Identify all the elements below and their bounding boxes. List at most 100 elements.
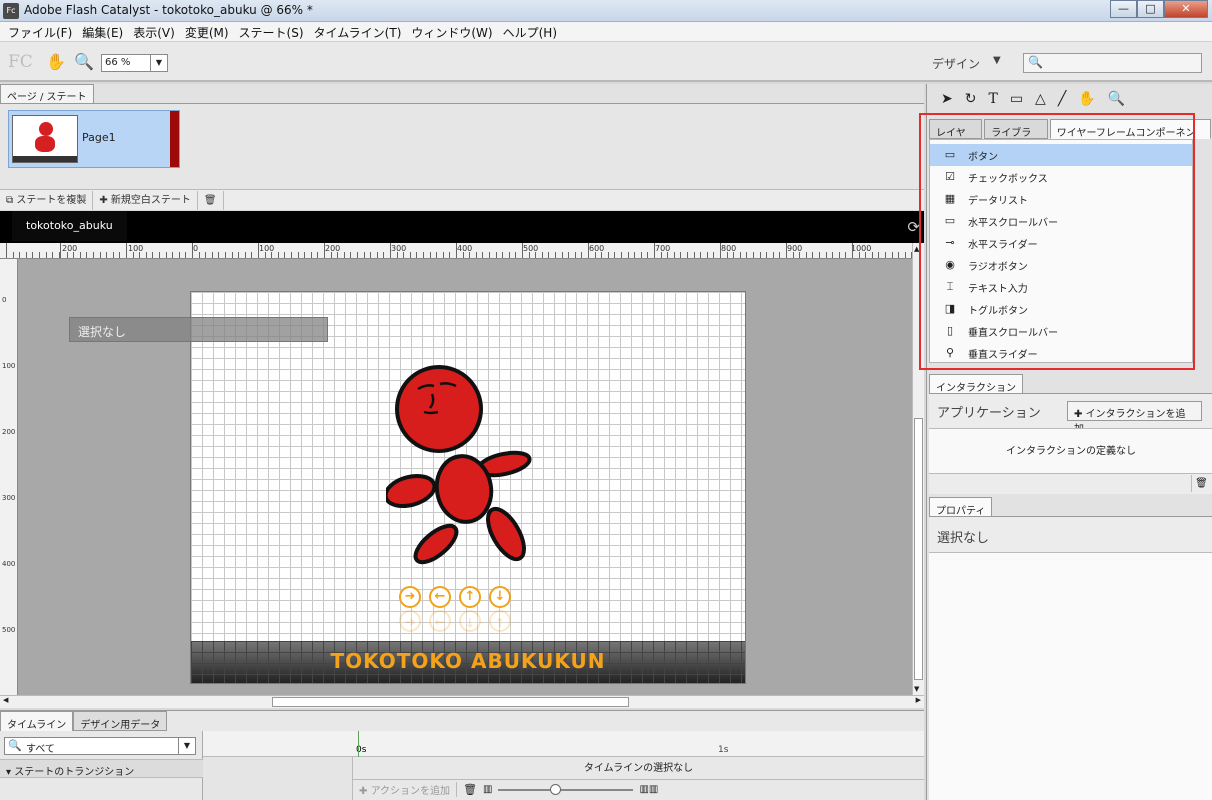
ruler-tick [192, 243, 193, 258]
ruler-tick [759, 252, 761, 258]
ruler-tick [45, 252, 47, 258]
arrow-up-button[interactable]: ↑ [459, 586, 481, 608]
text-tool-icon[interactable]: T [988, 91, 997, 107]
ruler-tick [139, 252, 141, 258]
zoom-in-icon[interactable]: ▥▥ [639, 784, 658, 795]
search-icon: 🔍 [1028, 55, 1043, 69]
arrow-down-button[interactable]: ↓ [489, 586, 511, 608]
chevron-down-icon[interactable]: ▼ [178, 738, 195, 754]
slider-track [498, 788, 634, 791]
add-interaction-button[interactable]: ✚ インタラクションを追加 [1067, 401, 1202, 435]
menu-state[interactable]: ステート(S) [235, 22, 310, 41]
arrow-left-button[interactable]: ← [429, 586, 451, 608]
filter-value: すべて [26, 744, 55, 755]
timeline-filter[interactable]: 🔍 すべて ▼ [4, 737, 196, 755]
rotate-icon[interactable]: ↻ [965, 91, 977, 107]
maximize-button[interactable]: □ [1137, 0, 1164, 18]
tab-design-data[interactable]: デザイン用データ [73, 711, 168, 731]
ruler-tick [251, 252, 253, 258]
ruler-tick [324, 243, 325, 258]
artboard[interactable]: ➜ ← ↑ ↓ ➜ ← ↑ ↓ TOKOTOKO ABUKUKUN [190, 291, 746, 684]
menu-timeline[interactable]: タイムライン(T) [310, 22, 408, 41]
ruler-tick [383, 252, 385, 258]
trash-icon[interactable]: 🗑 [1191, 475, 1211, 492]
zoom-icon[interactable]: 🔍 [1108, 91, 1125, 107]
page-thumbnail[interactable]: Page1 [8, 110, 180, 168]
time-label-1: 1s [718, 745, 729, 755]
ruler-tick [667, 252, 669, 258]
ruler-tick [726, 252, 728, 258]
ruler-tick [522, 243, 523, 258]
ruler-tick [475, 252, 477, 258]
ruler-tick [357, 252, 358, 258]
ruler-tick [693, 252, 695, 258]
ruler-tick [541, 252, 543, 258]
trash-icon[interactable]: 🗑 [198, 190, 224, 210]
zoom-tool-icon[interactable]: 🔍 [74, 52, 94, 71]
chevron-down-icon[interactable]: ▼ [150, 55, 167, 71]
close-button[interactable]: ✕ [1164, 0, 1208, 18]
workspace-select[interactable]: デザイン [932, 55, 980, 72]
scroll-down-icon[interactable]: ▼ [914, 685, 919, 693]
line-icon[interactable]: ╱ [1058, 91, 1066, 107]
document-tab[interactable]: tokotoko_abuku [12, 211, 127, 241]
hand-icon[interactable]: ✋ [1078, 91, 1095, 107]
ruler-tick [482, 252, 484, 258]
state-transitions-row[interactable]: ▾ ステートのトランジション [0, 759, 203, 778]
ruler-tick [442, 252, 444, 258]
ruler-tick [898, 252, 900, 258]
arrow-right-button[interactable]: ➜ [399, 586, 421, 608]
ruler-tick [225, 252, 226, 258]
triangle-icon[interactable]: △ [1035, 91, 1046, 107]
minimize-button[interactable]: — [1110, 0, 1137, 18]
menu-edit[interactable]: 編集(E) [78, 22, 129, 41]
ruler-tick [548, 252, 550, 258]
canvas-area[interactable]: ➜ ← ↑ ↓ ➜ ← ↑ ↓ TOKOTOKO ABUKUKUN 選択なし [18, 259, 912, 695]
tab-timeline[interactable]: タイムライン [0, 711, 74, 731]
chevron-down-icon[interactable]: ▼ [993, 55, 1001, 66]
scrollbar-thumb[interactable] [914, 418, 923, 680]
ruler-tick [178, 252, 180, 258]
menu-help[interactable]: ヘルプ(H) [499, 22, 563, 41]
ruler-tick [119, 252, 121, 258]
menu-window[interactable]: ウィンドウ(W) [407, 22, 498, 41]
ruler-tick [244, 252, 246, 258]
scroll-right-icon[interactable]: ▶ [916, 696, 921, 704]
ruler-label: 1000 [851, 244, 872, 253]
menu-file[interactable]: ファイル(F) [4, 22, 78, 41]
ruler-tick [647, 252, 649, 258]
slider-knob[interactable] [550, 783, 562, 795]
ruler-tick [390, 243, 391, 258]
search-input[interactable]: 🔍 [1023, 53, 1202, 73]
scrollbar-thumb[interactable] [272, 697, 629, 707]
menu-modify[interactable]: 変更(M) [181, 22, 235, 41]
canvas-horizontal-scrollbar[interactable]: ◀ ▶ [0, 695, 924, 708]
new-blank-state-button[interactable]: ✚ 新規空白ステート [93, 190, 198, 210]
tools-palette: ➤ ↻ T ▭ △ ╱ ✋ 🔍 [927, 84, 1212, 114]
horizontal-ruler: 200 100 0 100 200 300 400 500 600 700 80… [0, 243, 912, 259]
arrow-reflection-item: ↓ [489, 610, 511, 632]
menu-view[interactable]: 表示(V) [129, 22, 181, 41]
playhead[interactable] [358, 731, 359, 757]
zoom-out-icon[interactable]: ▥ [483, 784, 492, 795]
selection-arrow-icon[interactable]: ➤ [941, 91, 953, 107]
ruler-tick [885, 252, 886, 258]
zoom-select[interactable]: 66 % ▼ [101, 54, 168, 72]
duplicate-state-button[interactable]: ⧉ ステートを複製 [0, 190, 94, 210]
add-action-button[interactable]: ✚ アクションを追加 [353, 782, 458, 797]
timeline-ruler[interactable]: 0s 1s [203, 731, 924, 757]
character-illustration[interactable] [386, 364, 536, 569]
hand-tool-icon[interactable]: ✋ [46, 52, 66, 71]
rectangle-icon[interactable]: ▭ [1010, 91, 1023, 107]
tab-pages-states[interactable]: ページ / ステート [0, 84, 94, 103]
ruler-tick [581, 252, 583, 258]
timeline-zoom-slider[interactable] [498, 783, 634, 795]
ruler-tick [86, 252, 88, 258]
title-banner[interactable]: TOKOTOKO ABUKUKUN [191, 641, 745, 683]
preview-banner [13, 156, 77, 162]
arrow-reflection-item: ➜ [399, 610, 421, 632]
trash-icon[interactable]: 🗑 [457, 783, 483, 796]
scroll-left-icon[interactable]: ◀ [3, 696, 8, 704]
ruler-tick [891, 252, 893, 258]
pages-area: Page1 [0, 103, 924, 189]
